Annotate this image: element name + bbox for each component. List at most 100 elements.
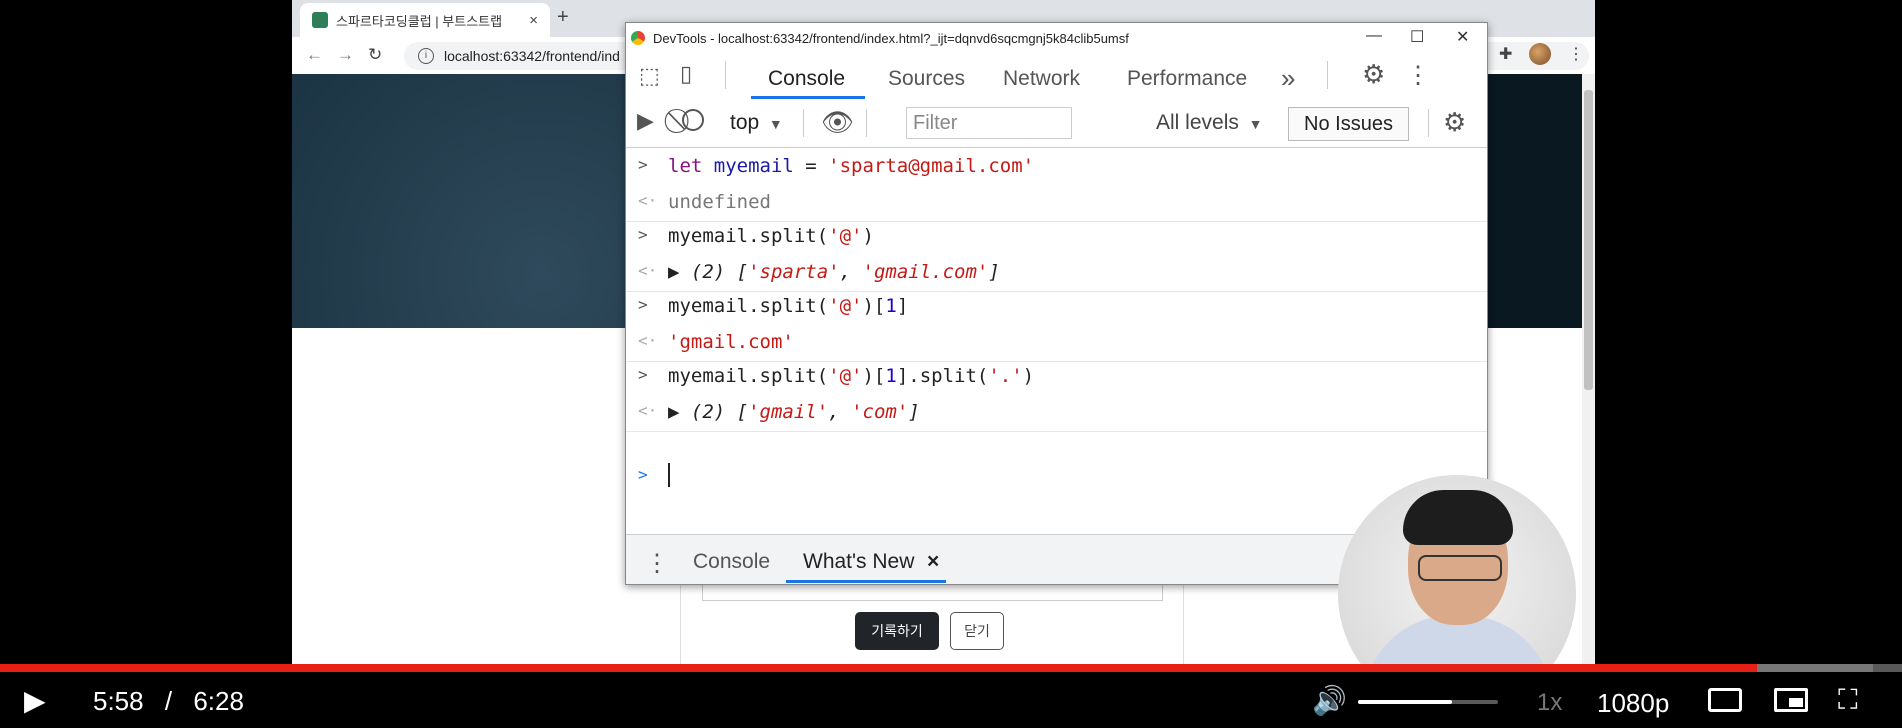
progress-buffered [1757,664,1874,672]
code-token: 'gmail.com' [668,331,794,353]
code-token: '@' [828,365,863,387]
presenter-hair [1403,490,1513,545]
browser-menu-icon[interactable]: ⋮ [1568,44,1584,64]
save-record-button[interactable]: 기록하기 [855,612,939,650]
tab-network[interactable]: Network [1003,67,1080,91]
volume-level [1358,700,1452,704]
duration: 6:28 [193,686,244,716]
chrome-logo-icon [631,31,645,45]
input-prompt-icon: > [638,225,648,244]
output-arrow-icon: <· [638,191,658,210]
context-selector[interactable]: top ▼ [730,111,783,135]
quality-setting[interactable]: 1080p [1597,688,1669,719]
code-token: 'sparta@gmail.com' [828,155,1035,177]
console-separator [626,221,1487,222]
input-prompt-icon: > [638,365,648,384]
code-token: ▶ [668,261,691,283]
minimize-icon[interactable]: — [1366,27,1382,45]
extensions-icon[interactable]: ✚ [1499,44,1512,64]
log-levels-dropdown[interactable]: All levels ▼ [1156,111,1262,135]
console-code: myemail.split('@')[1].split('.') [668,365,1034,387]
site-info-icon[interactable]: i [418,48,434,64]
output-arrow-icon: <· [638,401,658,420]
devtools-title: DevTools - localhost:63342/frontend/inde… [653,30,1129,46]
subtitles-icon[interactable] [1708,688,1742,712]
tab-console[interactable]: Console [768,67,845,91]
maximize-icon[interactable]: ☐ [1410,27,1424,47]
profile-avatar[interactable] [1529,43,1551,65]
console-code: let myemail = 'sparta@gmail.com' [668,155,1034,177]
filter-placeholder: Filter [913,111,958,134]
issues-button[interactable]: No Issues [1288,107,1409,141]
back-arrow-icon[interactable]: ← [306,45,323,65]
url-text: localhost:63342/frontend/ind [444,48,620,64]
code-token: '@' [828,295,863,317]
divider [1428,109,1429,137]
drawer-tab-console[interactable]: Console [693,550,770,574]
divider [803,109,804,137]
tab-performance[interactable]: Performance [1127,67,1247,91]
favicon-icon [312,12,328,28]
drawer-tab-close-icon[interactable]: × [927,550,939,574]
devtools-window: DevTools - localhost:63342/frontend/inde… [625,22,1488,585]
console-separator [626,361,1487,362]
context-value: top [730,111,760,134]
drawer-menu-icon[interactable]: ⋮ [645,549,669,578]
live-expression-eye-icon[interactable]: 👁 [821,107,854,138]
code-token: (2) [ [690,261,749,283]
fullscreen-icon[interactable]: ⛶ [1838,684,1858,717]
devtools-titlebar: DevTools - localhost:63342/frontend/inde… [626,23,1487,53]
console-separator [626,431,1487,432]
time-separator: / [164,686,173,716]
code-token: (2) [ [690,401,749,423]
sidebar-toggle-icon[interactable]: ▶ [637,108,654,134]
code-token: 'com' [851,401,909,423]
volume-icon[interactable]: 🔊 [1312,684,1347,717]
code-token: myemail.split( [668,295,829,317]
console-settings-icon[interactable]: ⚙ [1443,107,1466,138]
filter-input[interactable]: Filter [906,107,1072,139]
console-code: myemail.split('@')[1] [668,295,908,317]
input-prompt-icon: > [638,295,648,314]
code-token: , [828,401,852,423]
scrollbar-thumb[interactable] [1584,90,1593,390]
play-icon[interactable]: ▶ [24,684,46,717]
new-tab-button[interactable]: + [557,6,569,29]
settings-gear-icon[interactable]: ⚙ [1362,59,1385,90]
forward-arrow-icon[interactable]: → [337,45,354,65]
browser-tab[interactable]: 스파르타코딩클럽 | 부트스트랩 × [300,3,550,37]
code-token: 'sparta' [748,261,840,283]
inspect-element-icon[interactable]: ⬚ [639,63,660,89]
output-arrow-icon: <· [638,331,658,350]
code-token: undefined [668,191,771,213]
reload-icon[interactable]: ↻ [368,45,382,65]
divider [866,109,867,137]
dropdown-arrow-icon: ▼ [765,116,783,132]
log-levels-value: All levels [1156,111,1239,134]
console-code: ▶ (2) ['gmail', 'com'] [668,401,920,423]
code-token: 1 [885,295,897,317]
code-token: )[ [862,295,886,317]
code-token: let [668,155,714,177]
devtools-menu-icon[interactable]: ⋮ [1406,61,1430,90]
playback-speed[interactable]: 1x [1537,689,1562,717]
code-token: = [793,155,829,177]
console-code: 'gmail.com' [668,331,794,353]
current-time: 5:58 [93,686,144,716]
console-caret[interactable] [668,463,670,487]
device-toolbar-icon[interactable]: ▯ [680,61,692,87]
close-card-button[interactable]: 닫기 [950,612,1004,650]
miniplayer-inner [1789,698,1803,707]
more-tabs-icon[interactable]: » [1281,63,1295,94]
drawer-tab-whats-new[interactable]: What's New [803,550,914,574]
code-token: ) [862,225,874,247]
progress-played [0,664,1758,672]
console-output[interactable]: > let myemail = 'sparta@gmail.com' <· undef… [626,147,1487,557]
close-window-icon[interactable]: ✕ [1456,27,1469,47]
code-token: ) [1022,365,1035,387]
code-token: myemail.split( [668,365,829,387]
code-token: 'gmail.com' [862,261,989,283]
tab-title: 스파르타코딩클럽 | 부트스트랩 [336,13,503,29]
tab-sources[interactable]: Sources [888,67,965,91]
tab-close-icon[interactable]: × [529,12,538,29]
